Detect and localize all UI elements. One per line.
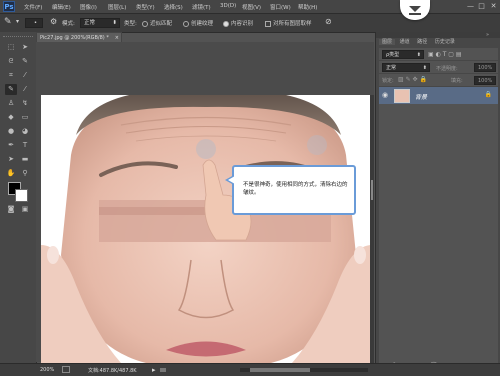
vertical-scroll-thumb[interactable] — [371, 180, 373, 200]
type-label: 类型: — [124, 21, 137, 27]
type-tool-icon[interactable]: T — [19, 140, 31, 151]
menu-help[interactable]: 帮助(H) — [298, 3, 317, 11]
content-aware-radio[interactable]: 内容识别 — [223, 19, 253, 27]
panel-tabs: 图层 通道 路径 历史记录 — [379, 38, 499, 47]
brush-tool-icon[interactable]: ⁄ — [19, 84, 31, 95]
tool-preset-dropdown-icon[interactable]: ▾ — [16, 18, 19, 25]
document-photo[interactable] — [41, 95, 372, 363]
path-select-tool-icon[interactable]: ➤ — [5, 154, 17, 165]
tab-paths[interactable]: 路径 — [414, 39, 430, 45]
mode-select[interactable]: 正常 ⬍ — [80, 18, 120, 28]
layers-panel: » 图层 通道 路径 历史记录 ρ类型 ⬍ ▣ ◐ T ▢ ▤ 正常 ⬍ 不透明度:… — [375, 32, 500, 375]
brush-size-picker[interactable]: • — [25, 18, 43, 28]
status-menu-arrow-icon[interactable]: ▸ — [152, 366, 156, 374]
zoom-tool-icon[interactable]: ⚲ — [19, 168, 31, 179]
filter-icons[interactable]: ▣ ◐ T ▢ ▤ — [428, 51, 462, 58]
menu-layer[interactable]: 图层(L) — [108, 3, 126, 11]
menu-type[interactable]: 类型(Y) — [136, 3, 155, 11]
gradient-tool-icon[interactable]: ▭ — [19, 112, 31, 123]
vertical-scrollbar[interactable] — [370, 95, 374, 363]
horizontal-scroll-thumb[interactable] — [250, 368, 310, 372]
close-window-button[interactable]: ✕ — [489, 2, 498, 10]
visibility-eye-icon[interactable]: ◉ — [382, 91, 388, 99]
background-color-swatch[interactable] — [15, 189, 28, 202]
quick-mask-icon[interactable]: ◙ — [5, 204, 17, 215]
opacity-input[interactable]: 100% — [474, 63, 496, 72]
mode-label: 模式: — [62, 21, 75, 27]
dodge-tool-icon[interactable]: ◕ — [19, 126, 31, 137]
tab-channels[interactable]: 通道 — [397, 39, 413, 45]
pressure-icon[interactable]: ⊘ — [325, 17, 332, 26]
menu-edit[interactable]: 编辑(E) — [52, 3, 71, 11]
eraser-tool-icon[interactable]: ◆ — [5, 112, 17, 123]
blend-mode-select[interactable]: 正常 ⬍ — [382, 63, 430, 72]
spot-healing-brush-icon[interactable]: ✎ — [4, 17, 12, 27]
lock-icons[interactable]: ▨ ✎ ✥ 🔒 — [398, 76, 427, 83]
document-tab[interactable]: Pic27.jpg @ 200%(RGB/8) * × — [36, 32, 122, 42]
brush-panel-icon[interactable]: ⚙ — [50, 17, 57, 26]
eyedropper-tool-icon[interactable]: ⁄ — [19, 70, 31, 81]
minimize-button[interactable]: — — [466, 2, 475, 10]
menu-select[interactable]: 选择(S) — [164, 3, 183, 11]
export-icon[interactable] — [62, 366, 70, 373]
pen-tool-icon[interactable]: ✒ — [5, 140, 17, 151]
menu-window[interactable]: 窗口(W) — [270, 3, 291, 11]
layer-name[interactable]: 背景 — [415, 92, 427, 101]
tools-panel: ⬚ ➤ ᘓ ✎ ⌗ ⁄ ✎ ⁄ ♙ ↯ ◆ ▭ ● ◕ ✒ T ➤ ▬ ✋ ⚲ … — [0, 32, 37, 363]
shape-tool-icon[interactable]: ▬ — [19, 154, 31, 165]
photoshop-logo: Ps — [3, 1, 15, 12]
layer-thumbnail — [394, 89, 410, 103]
lasso-tool-icon[interactable]: ᘓ — [5, 56, 17, 67]
menu-view[interactable]: 视图(V) — [242, 3, 261, 11]
tab-layers[interactable]: 图层 — [379, 39, 396, 45]
quick-select-tool-icon[interactable]: ✎ — [19, 56, 31, 67]
chevron-down-icon — [409, 6, 421, 12]
screen-mode-icon[interactable]: ▣ — [19, 204, 31, 215]
crop-tool-icon[interactable]: ⌗ — [5, 70, 17, 81]
maximize-button[interactable]: □ — [477, 2, 486, 10]
create-texture-radio[interactable]: 创建纹理 — [183, 19, 213, 27]
blur-tool-icon[interactable]: ● — [5, 126, 17, 137]
zoom-level[interactable]: 200% — [40, 367, 54, 373]
menu-image[interactable]: 图像(I) — [80, 3, 97, 11]
opacity-label: 不透明度: — [436, 66, 458, 72]
document-size: 文档:487.8K/487.8K — [88, 368, 137, 374]
tab-history[interactable]: 历史记录 — [432, 39, 458, 45]
layer-row[interactable]: ◉ 背景 🔒 — [379, 87, 498, 104]
sample-all-layers-checkbox[interactable]: 对所有图层取样 — [265, 19, 312, 27]
menu-filter[interactable]: 滤镜(T) — [192, 3, 211, 11]
instruction-callout: 不是很神奇，使用相同的方式，清除右边的皱纹。 — [225, 165, 356, 215]
history-brush-tool-icon[interactable]: ↯ — [19, 98, 31, 109]
status-bar: 200% 文档:487.8K/487.8K ▸ — [0, 363, 500, 376]
marquee-tool-icon[interactable]: ⬚ — [5, 42, 17, 53]
fill-label: 填充: — [451, 78, 463, 84]
layers-list-area — [379, 104, 498, 374]
layer-lock-icon: 🔒 — [484, 91, 492, 98]
spot-healing-tool-icon[interactable]: ✎ — [5, 84, 17, 95]
face-image — [41, 95, 372, 363]
menu-file[interactable]: 文件(F) — [24, 3, 42, 11]
lock-label: 锁定: — [382, 78, 394, 84]
fill-input[interactable]: 100% — [474, 76, 496, 85]
hand-tool-icon[interactable]: ✋ — [5, 168, 17, 179]
move-tool-icon[interactable]: ➤ — [19, 42, 31, 53]
layer-filter-select[interactable]: ρ类型 ⬍ — [382, 50, 424, 59]
menu-3d[interactable]: 3D(D) — [220, 3, 236, 9]
proximity-match-radio[interactable]: 近似匹配 — [142, 19, 172, 27]
clone-stamp-tool-icon[interactable]: ♙ — [5, 98, 17, 109]
callout-text: 不是很神奇，使用相同的方式，清除右边的皱纹。 — [243, 182, 348, 196]
